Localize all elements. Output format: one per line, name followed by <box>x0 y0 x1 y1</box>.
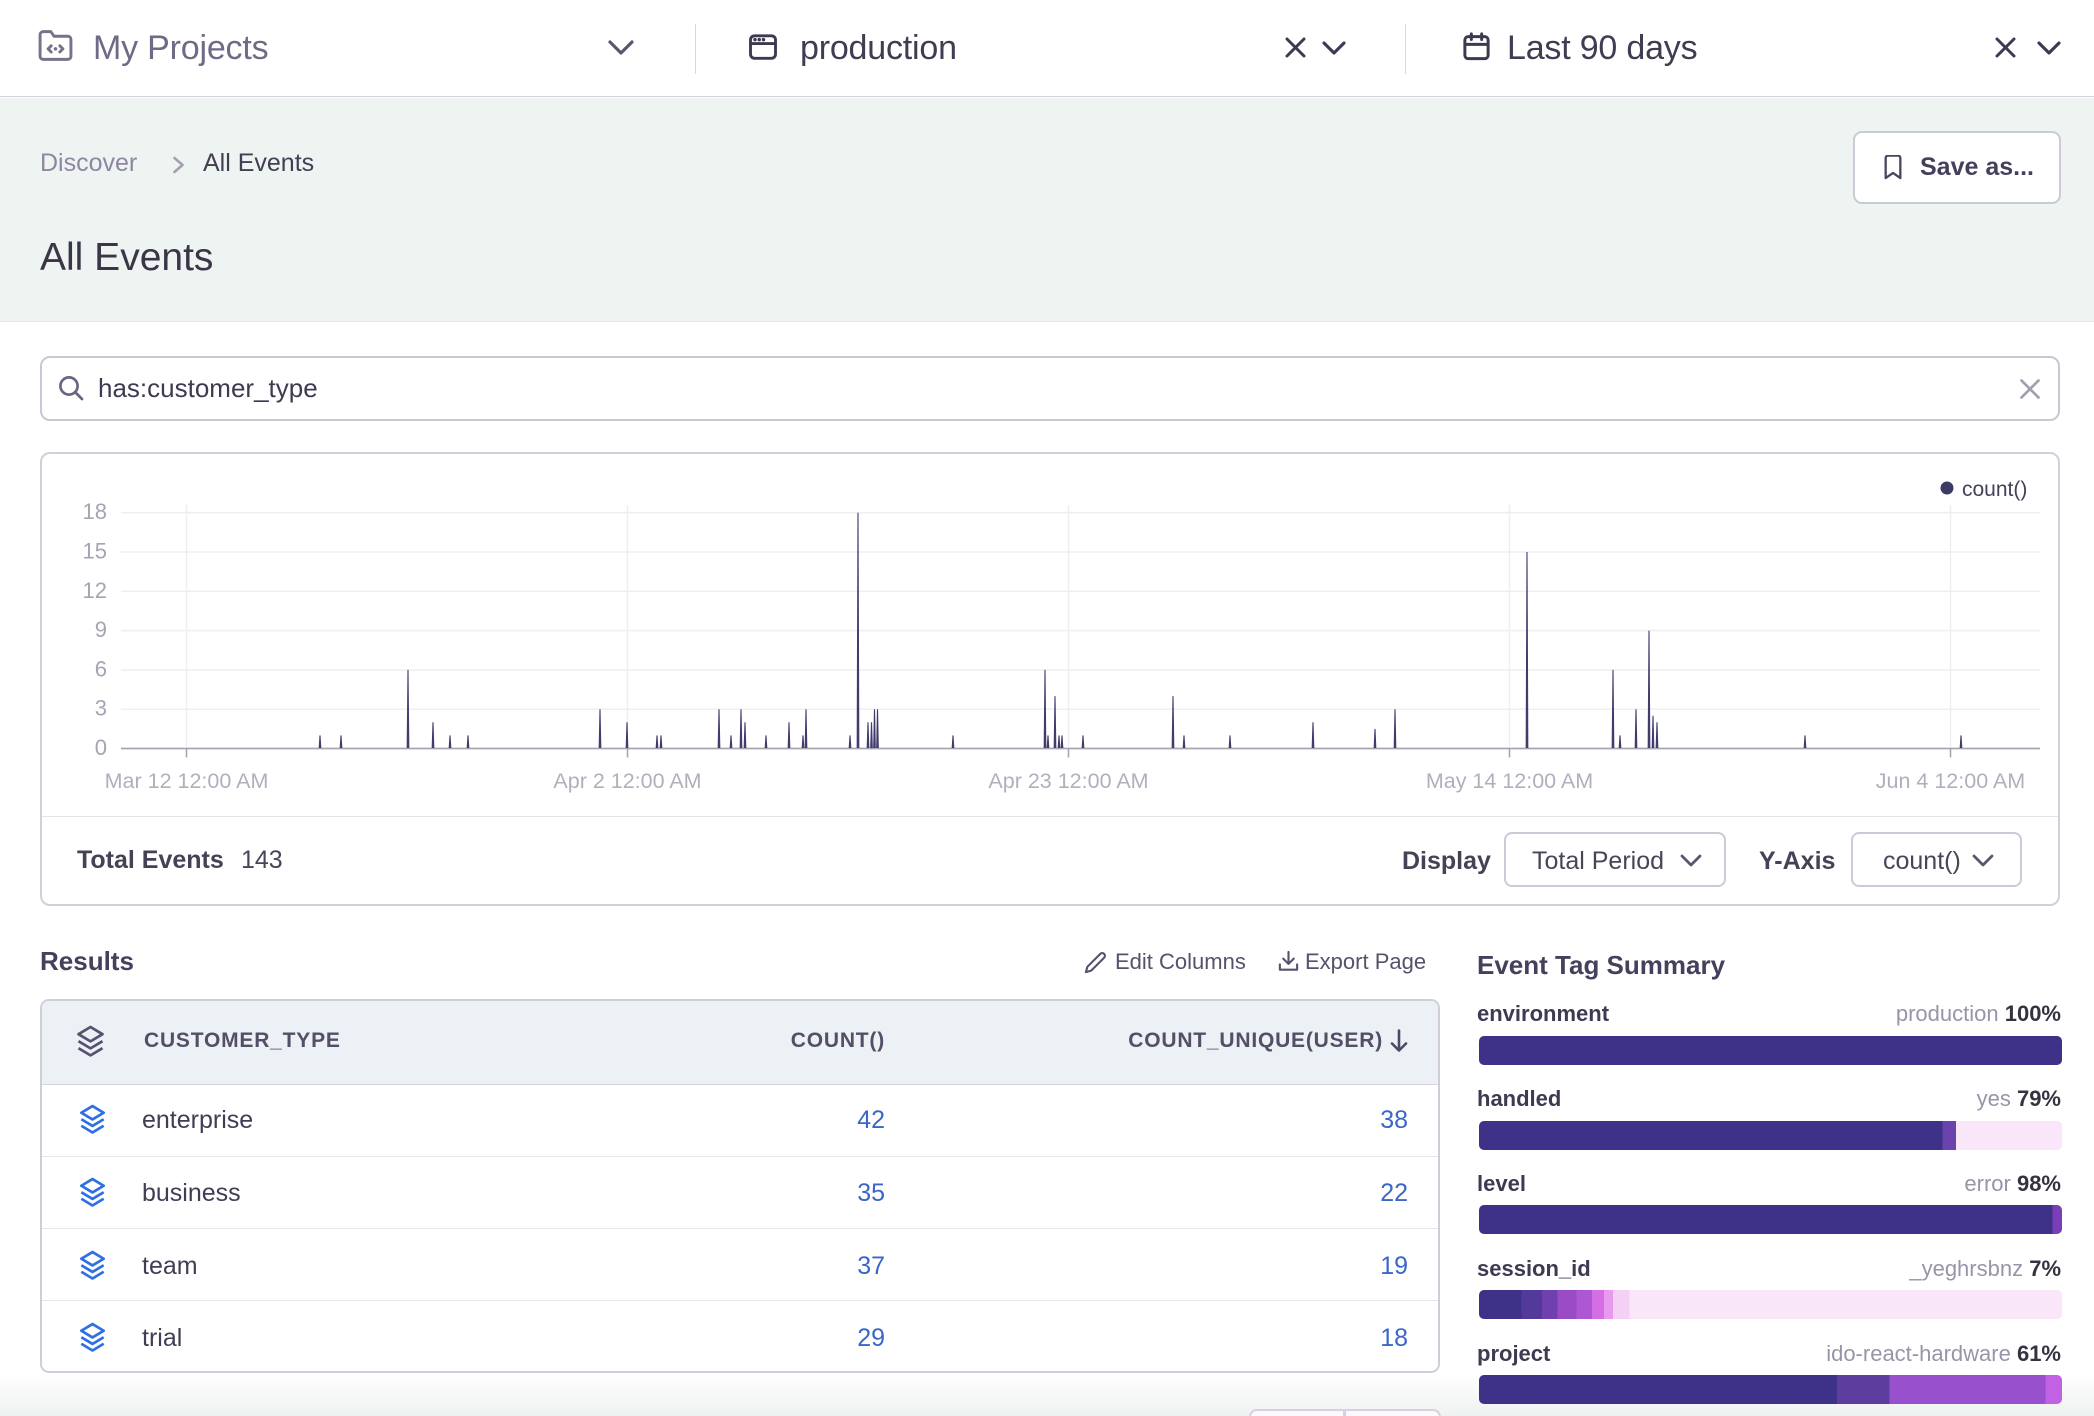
svg-text:Mar 12 12:00 AM: Mar 12 12:00 AM <box>105 769 269 793</box>
svg-text:12: 12 <box>83 578 107 603</box>
svg-text:0: 0 <box>95 735 107 760</box>
svg-text:count(): count() <box>1962 478 2027 501</box>
svg-text:Jun 4 12:00 AM: Jun 4 12:00 AM <box>1876 769 2025 793</box>
svg-text:May 14 12:00 AM: May 14 12:00 AM <box>1426 769 1593 793</box>
svg-text:3: 3 <box>95 696 107 721</box>
svg-text:Apr 23 12:00 AM: Apr 23 12:00 AM <box>988 769 1148 793</box>
svg-text:18: 18 <box>83 499 107 524</box>
svg-text:6: 6 <box>95 656 107 681</box>
svg-text:15: 15 <box>83 539 107 564</box>
svg-text:Apr 2 12:00 AM: Apr 2 12:00 AM <box>553 769 701 793</box>
svg-text:9: 9 <box>95 617 107 642</box>
